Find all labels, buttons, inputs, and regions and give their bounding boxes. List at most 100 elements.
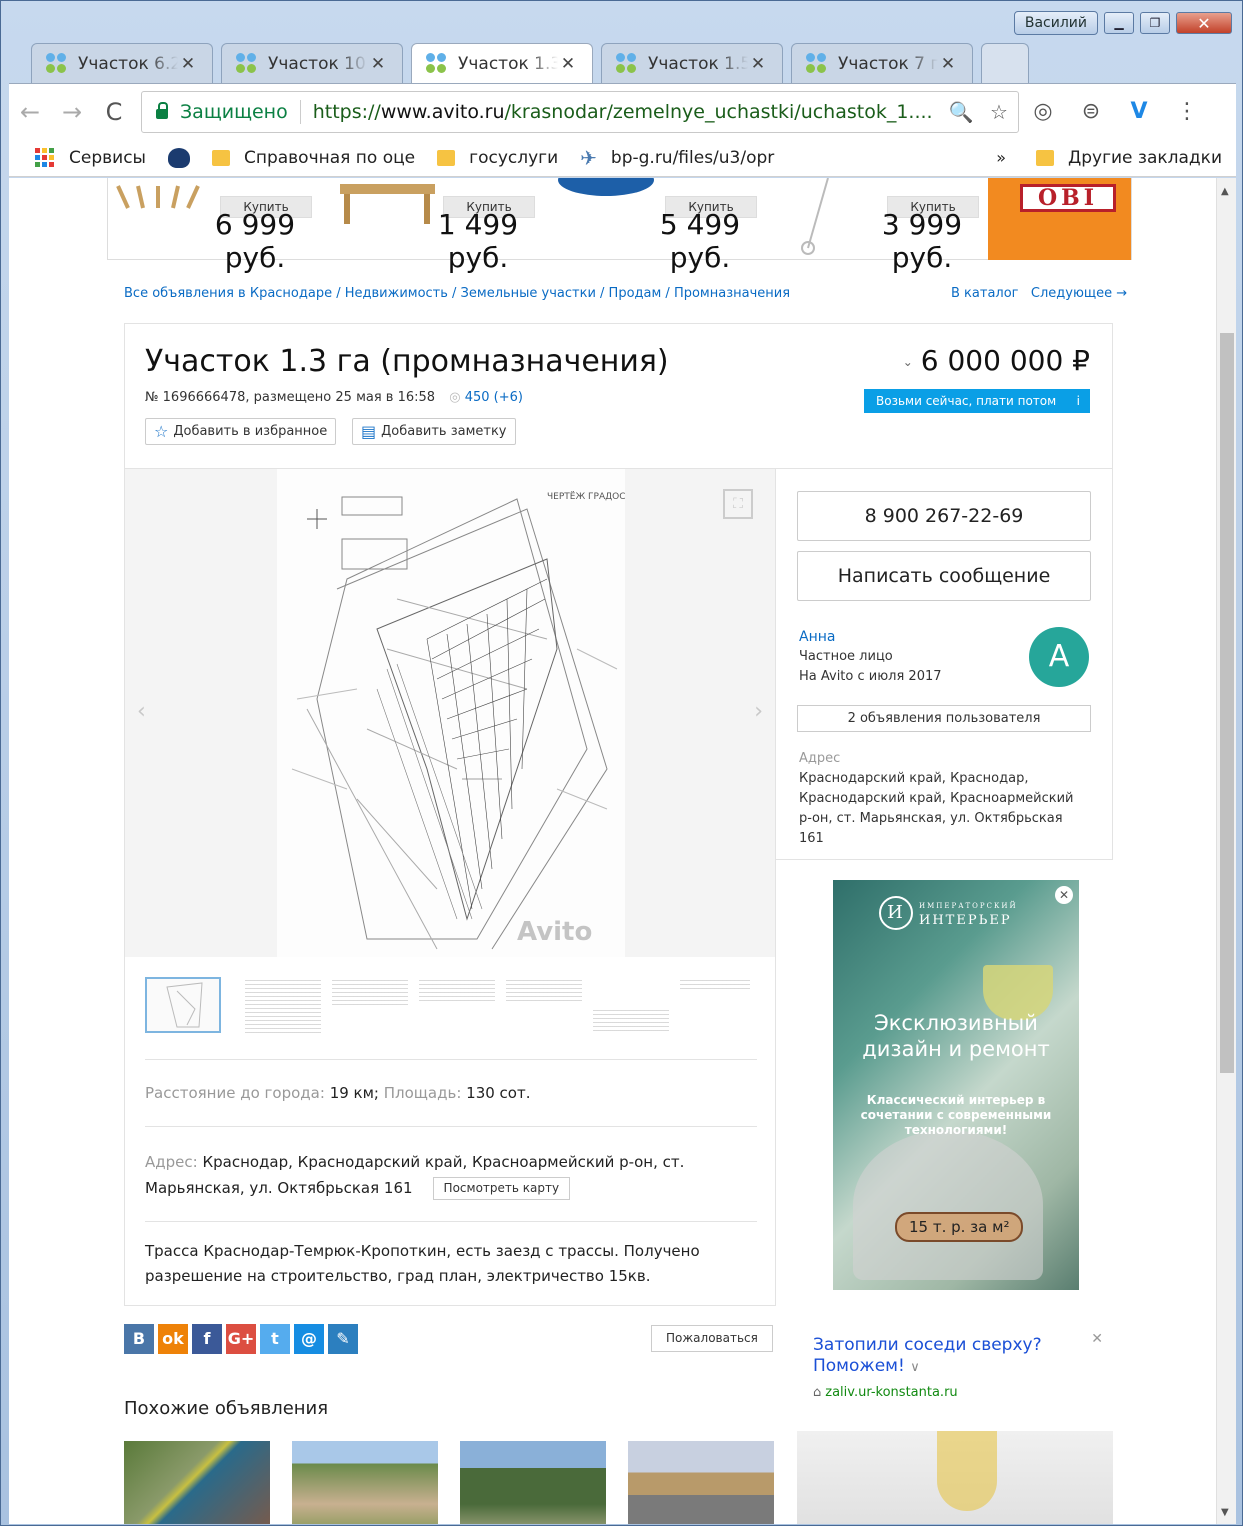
seller-name-link[interactable]: Анна [799,629,835,645]
listing-nav: В каталог Следующее → [951,286,1127,301]
ok-share-icon[interactable]: ok [158,1324,188,1354]
back-arrow-icon[interactable]: ← [9,98,51,126]
other-bookmarks[interactable]: Другие закладки [1035,148,1222,168]
tab-uchastok-1-3[interactable]: Участок 1.3 ✕ [411,43,593,83]
thumbnail[interactable] [506,977,582,1003]
folder-icon [1035,149,1054,166]
info-icon[interactable]: i [1077,389,1080,413]
thumbnail[interactable] [419,977,495,1001]
url-text[interactable]: https://www.avito.ru/krasnodar/zemelnye_… [313,101,942,123]
menu-dots-icon[interactable]: ⋮ [1163,99,1211,124]
address-label: Адрес [799,751,841,766]
next-link[interactable]: Следующее → [1031,286,1127,301]
text-ad-image[interactable] [797,1431,1113,1524]
new-tab-button[interactable] [981,43,1029,83]
listing-header: Участок 1.3 га (промназначения) № 169666… [124,323,1113,468]
similar-listing-4[interactable] [628,1441,774,1524]
prev-photo-arrow-icon[interactable]: ‹ [137,699,146,724]
close-ad-icon[interactable]: ✕ [1055,886,1073,904]
tab-close-icon[interactable]: ✕ [368,54,388,74]
similar-listing-2[interactable] [292,1441,438,1524]
twitter-share-icon[interactable]: t [260,1324,290,1354]
similar-listing-3[interactable] [460,1441,606,1524]
banner-subtext: Классический интерьер в сочетании с совр… [860,1093,1052,1137]
zoom-search-icon[interactable]: 🔍 [942,100,980,124]
forward-arrow-icon[interactable]: → [51,98,93,126]
bookmark-bp-g[interactable]: ✈ bp-g.ru/files/u3/opr [580,146,774,170]
product-3[interactable]: 5 499 руб. Купить [656,178,766,274]
bookmark-star-icon[interactable]: ☆ [980,100,1018,124]
thumbnail[interactable] [593,1007,669,1031]
scroll-up-icon[interactable]: ▲ [1221,186,1229,197]
add-favorite-button[interactable]: ☆ Добавить в избранное [145,418,337,445]
buy-now-pay-later-banner[interactable]: Возьми сейчас, плати потом i [864,389,1090,413]
text-ad-title[interactable]: Затопили соседи сверху? Поможем! ∨ [813,1335,1083,1378]
bookmarks-overflow-button[interactable]: » [996,148,1006,167]
address-bar[interactable]: Защищено https://www.avito.ru/krasnodar/… [141,90,1019,133]
thumbnail[interactable] [680,977,750,991]
report-button[interactable]: Пожаловаться [651,1325,773,1352]
similar-listing-1[interactable] [124,1441,270,1524]
add-note-button[interactable]: ▤ Добавить заметку [352,418,516,445]
avatar[interactable]: А [1029,627,1089,687]
tab-uchastok-10[interactable]: Участок 10 ✕ [221,43,403,83]
tab-close-icon[interactable]: ✕ [178,54,198,74]
fullscreen-icon[interactable]: ⛶ [723,489,753,519]
text-ad[interactable]: Затопили соседи сверху? Поможем! ∨ ✕ ⌂ za… [797,1325,1113,1524]
tab-uchastok-6-2[interactable]: Участок 6.2 ✕ [31,43,213,83]
product-1[interactable]: 6 999 руб. Купить [211,178,321,274]
next-photo-arrow-icon[interactable]: › [754,699,763,724]
breadcrumb[interactable]: Все объявления в Краснодаре / Недвижимос… [124,286,790,301]
listing-params: Расстояние до города: 19 км; Площадь: 13… [145,1084,531,1102]
facebook-share-icon[interactable]: f [192,1324,222,1354]
tab-close-icon[interactable]: ✕ [748,54,768,74]
scroll-thumb[interactable] [1220,333,1234,1073]
profile-button[interactable]: Василий [1013,11,1098,35]
apps-grid-icon[interactable] [35,147,55,168]
shield-bookmark-icon [167,147,190,168]
vk-share-icon[interactable]: В [124,1324,154,1354]
bookmark-spravochnaya[interactable]: Справочная по оце [211,148,415,168]
page-scrollbar[interactable]: ▲ ▼ [1216,178,1236,1524]
main-photo[interactable]: ЧЕРТЁЖ ГРАДОС ‹ › ⛶ Avito [125,469,775,957]
thumbnail[interactable] [332,977,408,1005]
extension-sync-icon[interactable]: ⊜ [1067,99,1115,124]
close-window-button[interactable]: ✕ [1176,12,1232,34]
minimize-button[interactable]: ▁ [1104,12,1134,34]
close-ad-icon[interactable]: ✕ [1091,1331,1103,1347]
bookmark-services[interactable]: Сервисы [69,148,146,168]
show-map-button[interactable]: Посмотреть карту [432,1177,571,1200]
tab-uchastok-7[interactable]: Участок 7 г ✕ [791,43,973,83]
tab-close-icon[interactable]: ✕ [938,54,958,74]
obi-logo[interactable]: OBI [988,178,1131,260]
mail-share-icon[interactable]: @ [294,1324,324,1354]
reload-icon[interactable]: C [93,98,135,126]
photo-thumbnails [145,977,765,1037]
bed-image [340,178,440,224]
google-plus-share-icon[interactable]: G+ [226,1324,256,1354]
extension-ring-icon[interactable]: ◎ [1019,99,1067,124]
scroll-down-icon[interactable]: ▼ [1221,1507,1229,1518]
thumbnail[interactable] [145,977,221,1033]
extension-v-icon[interactable]: V [1115,99,1163,124]
user-ads-button[interactable]: 2 объявления пользователя [797,705,1091,732]
bookmark-shield[interactable] [167,147,190,168]
text-ad-domain[interactable]: ⌂ zaliv.ur-konstanta.ru [813,1385,958,1400]
thumbnail[interactable] [245,977,321,1033]
catalog-link[interactable]: В каталог [951,286,1019,301]
interior-ad-banner[interactable]: И ИМПЕРАТОРСКИЙ ИНТЕРЬЕР ✕ Эксклюзивный ди… [833,880,1079,1290]
bookmark-gosuslugi[interactable]: госуслуги [437,148,558,168]
tab-title: Участок 10 [268,53,366,74]
product-2[interactable]: 1 499 руб. Купить [434,178,544,274]
contact-panel: 8 900 267-22-69 Написать сообщение Анна … [776,468,1113,860]
maximize-button[interactable]: ❐ [1140,12,1170,34]
chevron-down-icon: ∨ [910,1360,920,1375]
phone-button[interactable]: 8 900 267-22-69 [797,491,1091,541]
avito-favicon-icon [236,52,258,75]
tab-uchastok-1-5[interactable]: Участок 1.5 ✕ [601,43,783,83]
price[interactable]: ⌄ 6 000 000 ₽ [903,344,1090,377]
tab-close-icon[interactable]: ✕ [558,54,578,74]
send-message-button[interactable]: Написать сообщение [797,551,1091,601]
livejournal-share-icon[interactable]: ✎ [328,1324,358,1354]
product-4[interactable]: 3 999 руб. Купить [878,178,988,274]
